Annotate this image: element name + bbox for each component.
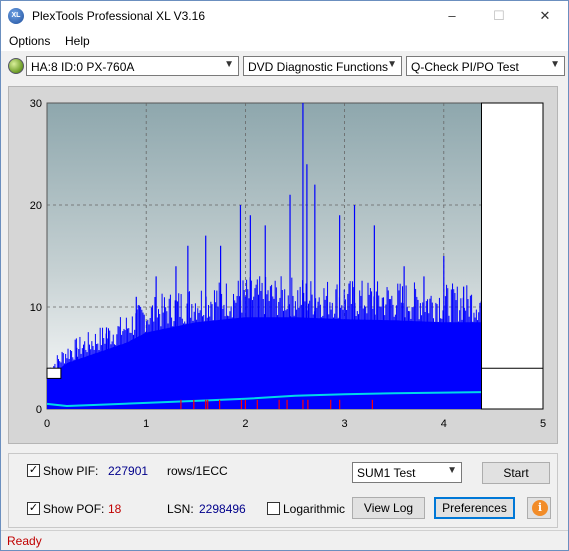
y-tick-label: 20 [30, 200, 42, 212]
function-select[interactable]: DVD Diagnostic Functions ▼ [243, 56, 402, 76]
remaining-area [480, 102, 544, 410]
status-text: Ready [7, 534, 42, 548]
chevron-down-icon: ▼ [447, 465, 457, 476]
y-tick-label: 30 [30, 98, 42, 110]
info-icon: i [532, 500, 548, 516]
x-tick-label: 5 [540, 418, 546, 430]
threshold-marker [46, 367, 62, 379]
menu-options[interactable]: Options [9, 34, 50, 48]
window-title: PlexTools Professional XL V3.16 [32, 9, 205, 23]
drive-select-value: HA:8 ID:0 PX-760A [31, 60, 135, 74]
x-tick-label: 4 [441, 418, 447, 430]
start-button-label: Start [503, 466, 529, 480]
x-tick-label: 3 [342, 418, 348, 430]
view-log-button[interactable]: View Log [352, 497, 425, 519]
pif-unit: rows/1ECC [167, 464, 228, 478]
menu-bar: Options Help [1, 31, 568, 51]
chevron-down-icon: ▼ [224, 59, 234, 70]
chevron-down-icon: ▼ [550, 59, 560, 70]
show-pif-checkbox[interactable]: ✓ [27, 464, 40, 477]
app-window: XL PlexTools Professional XL V3.16 – ☐ ✕… [0, 0, 569, 551]
chart-panel: 0 10 20 30 0 1 2 3 4 5 [8, 86, 558, 444]
show-pif-label: Show PIF: [43, 464, 99, 478]
sum-test-select[interactable]: SUM1 Test ▼ [352, 462, 462, 483]
title-bar: XL PlexTools Professional XL V3.16 – ☐ ✕ [1, 1, 568, 31]
app-logo-icon: XL [8, 8, 24, 24]
check-icon: ✓ [28, 502, 39, 514]
maximize-button[interactable]: ☐ [476, 1, 522, 31]
disc-drive-icon [8, 58, 24, 74]
menu-help[interactable]: Help [65, 34, 90, 48]
pipo-chart: 0 10 20 30 0 1 2 3 4 5 [30, 98, 546, 430]
lsn-value: 2298496 [199, 502, 246, 516]
test-select[interactable]: Q-Check PI/PO Test ▼ [406, 56, 565, 76]
close-button[interactable]: ✕ [522, 1, 568, 31]
logarithmic-label: Logarithmic [283, 502, 346, 516]
info-button[interactable]: i [527, 497, 551, 519]
minimize-button[interactable]: – [429, 1, 475, 31]
show-pof-label: Show POF: [43, 502, 105, 516]
preferences-button[interactable]: Preferences [434, 497, 515, 519]
pof-value: 18 [108, 502, 122, 516]
preferences-button-label: Preferences [442, 501, 507, 515]
y-tick-label: 0 [36, 404, 42, 416]
show-pof-checkbox[interactable]: ✓ [27, 502, 40, 515]
check-icon: ✓ [28, 464, 39, 476]
x-tick-label: 0 [44, 418, 50, 430]
logarithmic-checkbox[interactable] [267, 502, 280, 515]
test-select-value: Q-Check PI/PO Test [411, 60, 519, 74]
drive-select[interactable]: HA:8 ID:0 PX-760A ▼ [26, 56, 239, 76]
chevron-down-icon: ▼ [387, 59, 397, 70]
x-tick-label: 1 [143, 418, 149, 430]
function-select-value: DVD Diagnostic Functions [248, 60, 389, 74]
pif-value: 227901 [108, 464, 149, 478]
start-button[interactable]: Start [482, 462, 550, 484]
view-log-button-label: View Log [363, 501, 414, 515]
lsn-label: LSN: [167, 502, 194, 516]
x-tick-label: 2 [242, 418, 248, 430]
status-bar: Ready [1, 530, 568, 550]
y-tick-label: 10 [30, 302, 42, 314]
sum-test-select-value: SUM1 Test [357, 466, 416, 480]
